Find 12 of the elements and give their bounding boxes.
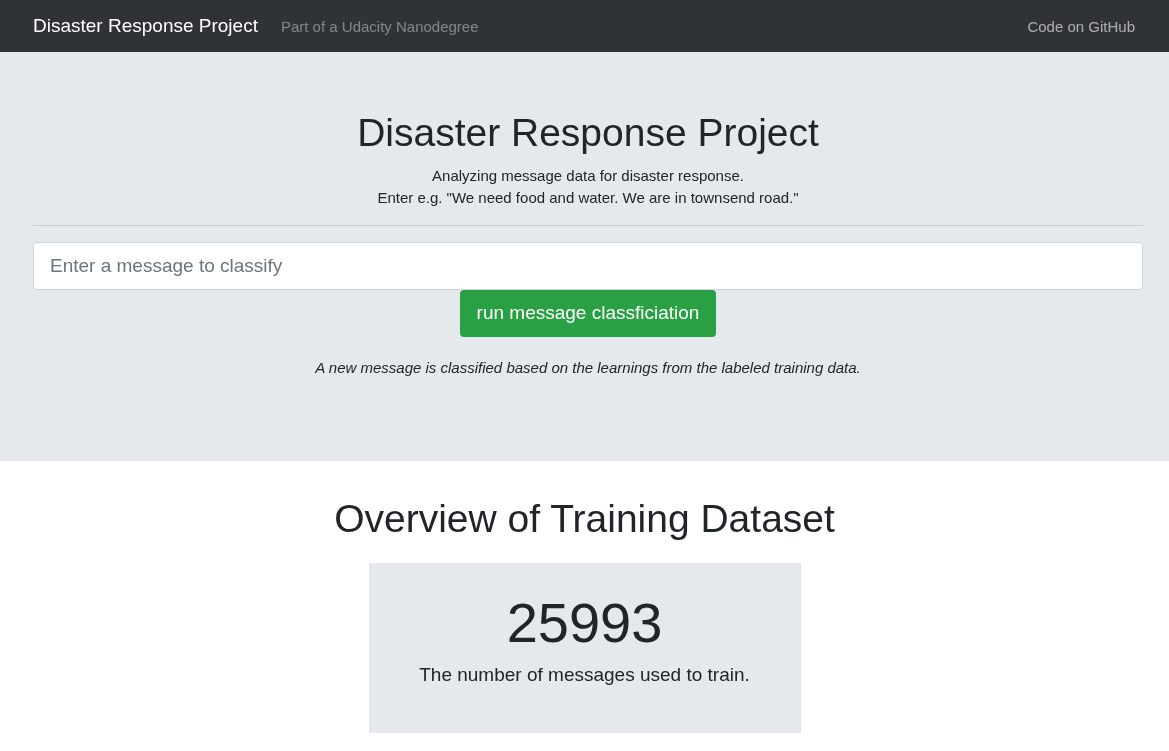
nav-link[interactable]: Code on GitHub <box>1027 17 1135 35</box>
hero-title: Disaster Response Project <box>357 110 819 156</box>
classify-button[interactable]: run message classficiation <box>459 289 717 337</box>
stat-caption: The number of messages used to train. <box>419 664 750 686</box>
hero-note: A new message is classified based on the learnings from the labeled training data. <box>315 358 861 376</box>
brand-link[interactable]: Disaster Response Project <box>33 15 258 37</box>
message-input[interactable]: Enter a message to classify <box>33 241 1143 290</box>
section-title: Overview of Training Dataset <box>334 496 835 542</box>
stat-value: 25993 <box>506 589 663 656</box>
navbar-subtitle: Part of a Udacity Nanodegree <box>280 17 479 35</box>
hero-text: Analyzing message data for disaster response. <box>432 165 744 186</box>
hero-text: Enter e.g. "We need food and water. We are in townsend road." <box>377 187 799 208</box>
